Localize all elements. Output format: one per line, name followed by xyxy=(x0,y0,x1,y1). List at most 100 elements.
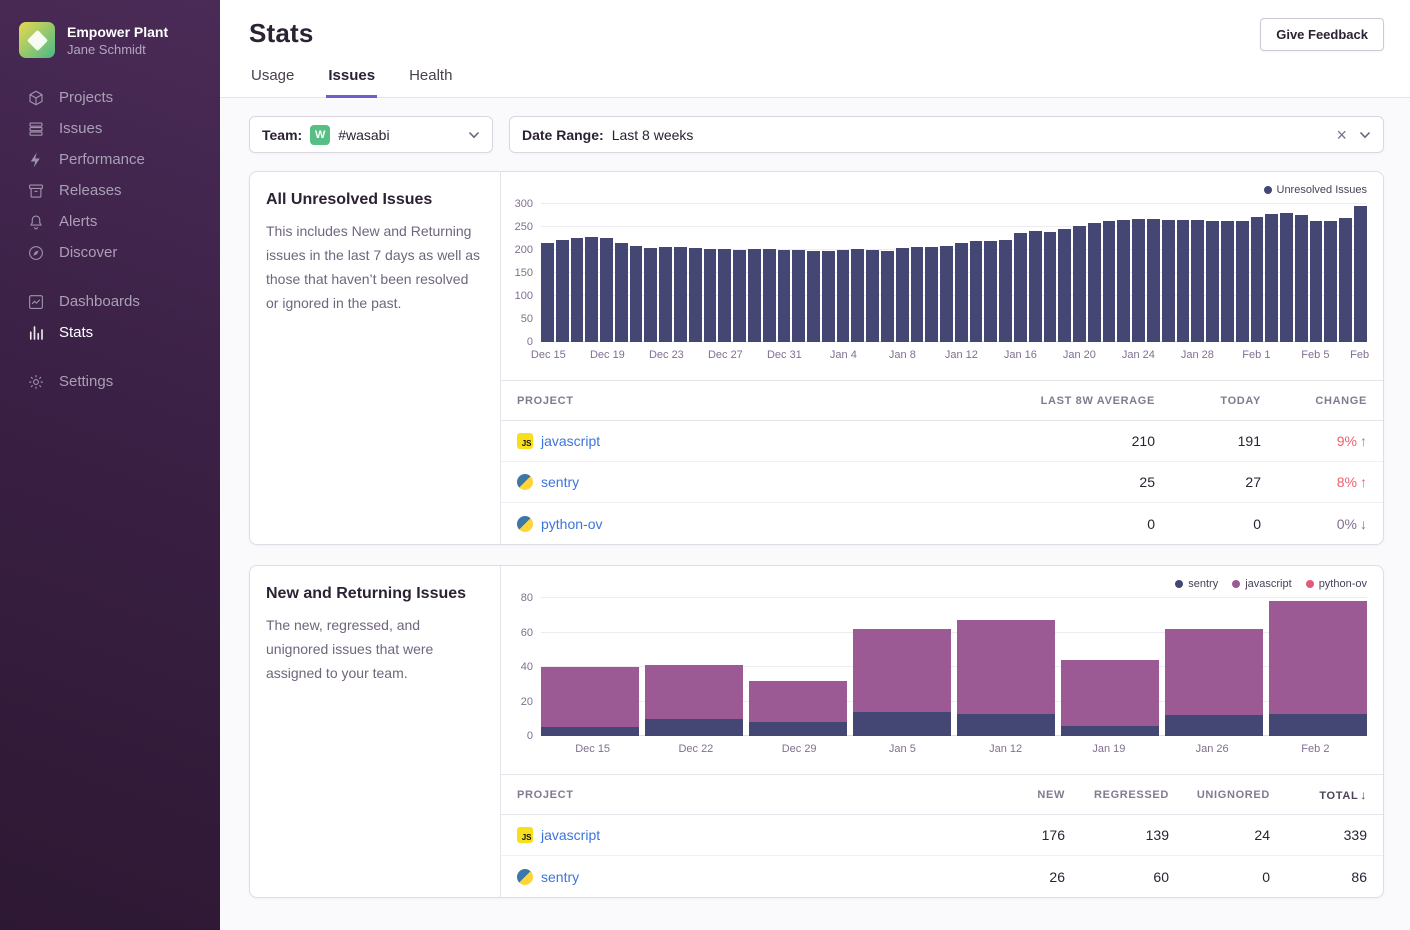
x-tick-label: Jan 5 xyxy=(889,743,916,755)
bar-segment-javascript xyxy=(1165,629,1263,715)
unresolved-issues-bar xyxy=(556,240,569,342)
table-row: sentry 26 60 0 86 xyxy=(501,856,1383,897)
chart-legend: sentry javascript python-ov xyxy=(501,566,1383,598)
unresolved-issues-bar xyxy=(763,249,776,342)
y-tick-label: 0 xyxy=(527,730,533,742)
project-link[interactable]: javascript xyxy=(541,827,600,843)
unresolved-issues-bar xyxy=(659,247,672,342)
sidebar-item-alerts[interactable]: Alerts xyxy=(0,206,220,237)
new-returning-issues-table: PROJECT NEW REGRESSED UNIGNORED TOTAL↓ j… xyxy=(501,774,1383,897)
sidebar-item-label: Dashboards xyxy=(59,293,140,310)
project-link[interactable]: sentry xyxy=(541,869,579,885)
col-header-change[interactable]: CHANGE xyxy=(1261,395,1367,407)
legend-dot-icon xyxy=(1264,186,1272,194)
bar-segment-sentry xyxy=(749,722,847,736)
tab-health[interactable]: Health xyxy=(407,67,454,98)
unresolved-issues-bar xyxy=(866,250,879,342)
main-area: Stats Give Feedback Usage Issues Health … xyxy=(220,0,1410,930)
legend-entry-unresolved[interactable]: Unresolved Issues xyxy=(1264,184,1368,196)
x-tick-label: Jan 16 xyxy=(1004,349,1037,361)
unresolved-issues-bar xyxy=(1265,214,1278,342)
project-link[interactable]: sentry xyxy=(541,474,579,490)
trend-arrow-icon: ↑ xyxy=(1360,474,1367,490)
team-selector[interactable]: Team: W #wasabi xyxy=(249,116,493,153)
col-header-new[interactable]: NEW xyxy=(945,789,1065,801)
bar-segment-sentry xyxy=(1269,714,1367,736)
unresolved-issues-bar xyxy=(585,237,598,342)
unresolved-issues-bar xyxy=(1206,221,1219,342)
change-value: 9% xyxy=(1337,433,1357,449)
sidebar-item-issues[interactable]: Issues xyxy=(0,113,220,144)
legend-entry-javascript[interactable]: javascript xyxy=(1232,578,1291,590)
bar-segment-sentry xyxy=(541,727,639,736)
project-link[interactable]: python-ov xyxy=(541,516,602,532)
x-tick-label: Dec 23 xyxy=(649,349,684,361)
trend-arrow-icon: ↑ xyxy=(1360,433,1367,449)
unresolved-issues-bar xyxy=(940,246,953,342)
x-tick-label: Jan 19 xyxy=(1092,743,1125,755)
unresolved-issues-bar xyxy=(1191,220,1204,342)
col-header-average[interactable]: LAST 8W AVERAGE xyxy=(905,395,1155,407)
unresolved-issues-bar xyxy=(704,249,717,342)
table-row: sentry 25 27 8% ↑ xyxy=(501,462,1383,503)
clear-date-range-icon[interactable]: × xyxy=(1332,126,1351,144)
dashboards-icon xyxy=(27,293,45,311)
date-range-value: Last 8 weeks xyxy=(612,127,694,143)
legend-label: python-ov xyxy=(1319,578,1367,590)
y-tick-label: 0 xyxy=(527,336,533,348)
give-feedback-button[interactable]: Give Feedback xyxy=(1260,18,1384,51)
user-name: Jane Schmidt xyxy=(67,41,168,58)
change-cell: 0% ↓ xyxy=(1261,516,1367,532)
new-returning-issues-panel: New and Returning Issues The new, regres… xyxy=(249,565,1384,898)
new-value: 26 xyxy=(945,869,1065,885)
x-tick-label: Dec 22 xyxy=(678,743,713,755)
x-tick-label: Jan 12 xyxy=(989,743,1022,755)
unresolved-issues-bar xyxy=(1295,215,1308,342)
panel-title: New and Returning Issues xyxy=(266,585,484,603)
panel-description: The new, regressed, and unignored issues… xyxy=(266,613,484,685)
col-header-regressed[interactable]: REGRESSED xyxy=(1065,789,1169,801)
team-avatar: W xyxy=(310,125,330,145)
sidebar-item-discover[interactable]: Discover xyxy=(0,237,220,268)
col-header-today[interactable]: TODAY xyxy=(1155,395,1261,407)
new-value: 176 xyxy=(945,827,1065,843)
sidebar-item-stats[interactable]: Stats xyxy=(0,317,220,348)
sidebar-item-dashboards[interactable]: Dashboards xyxy=(0,286,220,317)
sidebar-item-label: Alerts xyxy=(59,213,97,230)
unresolved-issues-bar xyxy=(674,247,687,342)
panel-title: All Unresolved Issues xyxy=(266,191,484,209)
col-header-unignored[interactable]: UNIGNORED xyxy=(1169,789,1270,801)
sidebar-item-releases[interactable]: Releases xyxy=(0,175,220,206)
python-logo-icon xyxy=(517,474,533,490)
sidebar-item-settings[interactable]: Settings xyxy=(0,366,220,397)
sidebar-item-performance[interactable]: Performance xyxy=(0,144,220,175)
org-switcher[interactable]: Empower Plant Jane Schmidt xyxy=(0,0,220,58)
unresolved-issues-bar xyxy=(970,241,983,342)
date-range-label: Date Range: xyxy=(522,127,604,143)
tab-issues[interactable]: Issues xyxy=(326,67,377,98)
unresolved-issues-bar xyxy=(1147,219,1160,342)
unresolved-issues-bar xyxy=(630,246,643,342)
legend-entry-python-ov[interactable]: python-ov xyxy=(1306,578,1367,590)
issues-icon xyxy=(27,120,45,138)
legend-dot-icon xyxy=(1306,580,1314,588)
legend-entry-sentry[interactable]: sentry xyxy=(1175,578,1218,590)
date-range-selector[interactable]: Date Range: Last 8 weeks × xyxy=(509,116,1384,153)
x-tick-label: Dec 19 xyxy=(590,349,625,361)
unresolved-issues-bar xyxy=(1132,219,1145,342)
stats-tabs: Usage Issues Health xyxy=(220,67,1410,98)
col-header-total[interactable]: TOTAL↓ xyxy=(1270,788,1367,802)
table-row: python-ov 0 0 0% ↓ xyxy=(501,503,1383,544)
project-link[interactable]: javascript xyxy=(541,433,600,449)
y-tick-label: 100 xyxy=(515,290,533,302)
unresolved-issues-bar xyxy=(1310,221,1323,342)
change-cell: 9% ↑ xyxy=(1261,433,1367,449)
regressed-value: 60 xyxy=(1065,869,1169,885)
unresolved-issues-bar xyxy=(822,251,835,342)
tab-usage[interactable]: Usage xyxy=(249,67,296,98)
sidebar-nav: Projects Issues Performance Releases Ale… xyxy=(0,82,220,397)
new-returning-issues-chart: 020406080 xyxy=(501,598,1367,736)
sidebar-item-projects[interactable]: Projects xyxy=(0,82,220,113)
sidebar-item-label: Stats xyxy=(59,324,93,341)
org-logo-diamond-icon xyxy=(26,29,47,50)
